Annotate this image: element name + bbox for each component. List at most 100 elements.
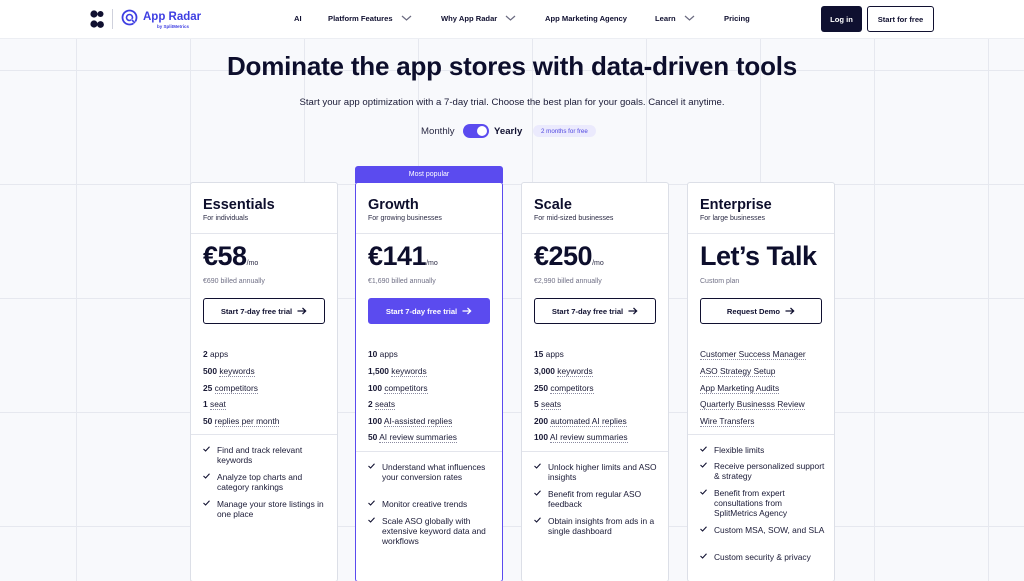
check-icon [368, 463, 375, 469]
limit-apps: 10 apps [368, 349, 398, 359]
nav-learn[interactable]: Learn [655, 14, 676, 23]
chevron-down-icon[interactable] [401, 14, 412, 22]
app-radar-logo-icon[interactable] [121, 9, 138, 26]
arrow-right-icon [628, 307, 638, 315]
top-nav: App Radar by SplitMetrics AI Platform Fe… [0, 0, 1024, 39]
billing-monthly-label[interactable]: Monthly [421, 126, 455, 137]
feature-item: Obtain insights from ads in a single das… [534, 516, 660, 536]
price: €141/mo [368, 241, 438, 272]
billing-yearly-label[interactable]: Yearly [494, 126, 522, 137]
limit-keywords: 500 keywords [203, 366, 255, 377]
start-for-free-button[interactable]: Start for free [867, 6, 934, 32]
nav-app-marketing-agency[interactable]: App Marketing Agency [545, 14, 627, 23]
price-unit: /mo [592, 260, 604, 267]
check-icon [700, 446, 707, 452]
limit-ai-summaries: 50 AI review summaries [368, 432, 457, 443]
limit-competitors: 25 competitors [203, 383, 258, 394]
feature-item: Monitor creative trends [368, 499, 494, 509]
limit-seats: 5 seats [534, 399, 562, 410]
start-trial-button[interactable]: Start 7-day free trial [203, 298, 325, 324]
plan-card-scale: Scale For mid-sized businesses €250/mo €… [521, 182, 669, 581]
cta-label: Start 7-day free trial [220, 306, 293, 316]
feature-item: Benefit from regular ASO feedback [534, 489, 660, 509]
plan-audience: For mid-sized businesses [534, 215, 614, 222]
plan-card-growth: Growth For growing businesses €141/mo €1… [355, 182, 503, 581]
nav-why-app-radar[interactable]: Why App Radar [441, 14, 497, 23]
billing-note: €2,990 billed annually [534, 278, 602, 285]
plan-name: Essentials [203, 197, 275, 213]
feature-item: Manage your store listings in one place [203, 499, 329, 519]
feature-item: Flexible limits [700, 445, 826, 455]
feature-item: Unlock higher limits and ASO insights [534, 462, 660, 482]
limit-seats: 2 seats [368, 399, 396, 410]
arrow-right-icon [785, 307, 795, 315]
limit-apps: 2 apps [203, 349, 229, 359]
divider [688, 434, 834, 435]
check-icon [700, 462, 707, 468]
plan-name: Enterprise [700, 197, 772, 213]
plan-card-essentials: Essentials For individuals €58/mo €690 b… [190, 182, 338, 581]
price: Let’s Talk [700, 241, 817, 272]
limit-seats: 1 seat [203, 399, 226, 410]
start-trial-button[interactable]: Start 7-day free trial [368, 298, 490, 324]
limit-competitors: 100 competitors [368, 383, 428, 394]
feature-item: Custom MSA, SOW, and SLA [700, 525, 826, 535]
check-icon [203, 446, 210, 452]
chevron-down-icon[interactable] [684, 14, 695, 22]
promo-badge: 2 months for free [533, 125, 596, 137]
service-item: App Marketing Audits [700, 383, 780, 394]
feature-item: Receive personalized support & strategy [700, 461, 826, 481]
logo-divider [112, 9, 113, 29]
price: €250/mo [534, 241, 604, 272]
price-value: €58 [203, 241, 247, 271]
check-icon [700, 489, 707, 495]
divider [522, 233, 668, 234]
nav-pricing[interactable]: Pricing [724, 14, 750, 23]
billing-note: Custom plan [700, 278, 740, 285]
feature-item: Scale ASO globally with extensive keywor… [368, 516, 494, 546]
plan-card-enterprise: Enterprise For large businesses Let’s Ta… [687, 182, 835, 581]
service-item: Quarterly Businesss Review [700, 399, 805, 410]
limit-ai-summaries: 100 AI review summaries [534, 432, 628, 443]
divider [522, 451, 668, 452]
splitmetrics-logo-icon[interactable] [90, 10, 104, 30]
page-subtitle: Start your app optimization with a 7-day… [299, 97, 725, 108]
login-button[interactable]: Log in [821, 6, 862, 32]
divider [688, 233, 834, 234]
start-trial-button[interactable]: Start 7-day free trial [534, 298, 656, 324]
price-value: €250 [534, 241, 593, 271]
plan-name: Growth [368, 197, 419, 213]
limit-ai-replies: 100 AI-assisted replies [368, 416, 453, 427]
request-demo-button[interactable]: Request Demo [700, 298, 822, 324]
price-unit: /mo [426, 260, 438, 267]
nav-ai[interactable]: AI [294, 14, 302, 23]
check-icon [203, 500, 210, 506]
feature-item: Understand what influences your conversi… [368, 462, 494, 482]
feature-item: Find and track relevant keywords [203, 445, 329, 465]
limit-keywords: 3,000 keywords [534, 366, 593, 377]
check-icon [203, 473, 210, 479]
price-value: Let’s Talk [700, 241, 817, 271]
brand-name[interactable]: App Radar [143, 11, 201, 23]
feature-item: Benefit from expert consultations from S… [700, 488, 826, 518]
check-icon [534, 517, 541, 523]
check-icon [534, 463, 541, 469]
check-icon [368, 517, 375, 523]
plan-audience: For growing businesses [368, 215, 442, 222]
divider [356, 451, 502, 452]
price: €58/mo [203, 241, 258, 272]
divider [191, 434, 337, 435]
feature-item: Analyze top charts and category rankings [203, 472, 329, 492]
arrow-right-icon [462, 307, 472, 315]
chevron-down-icon[interactable] [505, 14, 516, 22]
nav-platform-features[interactable]: Platform Features [328, 14, 393, 23]
most-popular-badge: Most popular [355, 166, 503, 183]
check-icon [368, 500, 375, 506]
service-item: Wire Transfers [700, 416, 755, 427]
limit-ai-replies: 200 automated AI replies [534, 416, 627, 427]
check-icon [534, 490, 541, 496]
billing-period-toggle[interactable] [463, 124, 489, 138]
cta-label: Start 7-day free trial [385, 306, 458, 316]
service-item: Customer Success Manager [700, 349, 806, 360]
plan-audience: For large businesses [700, 215, 765, 222]
